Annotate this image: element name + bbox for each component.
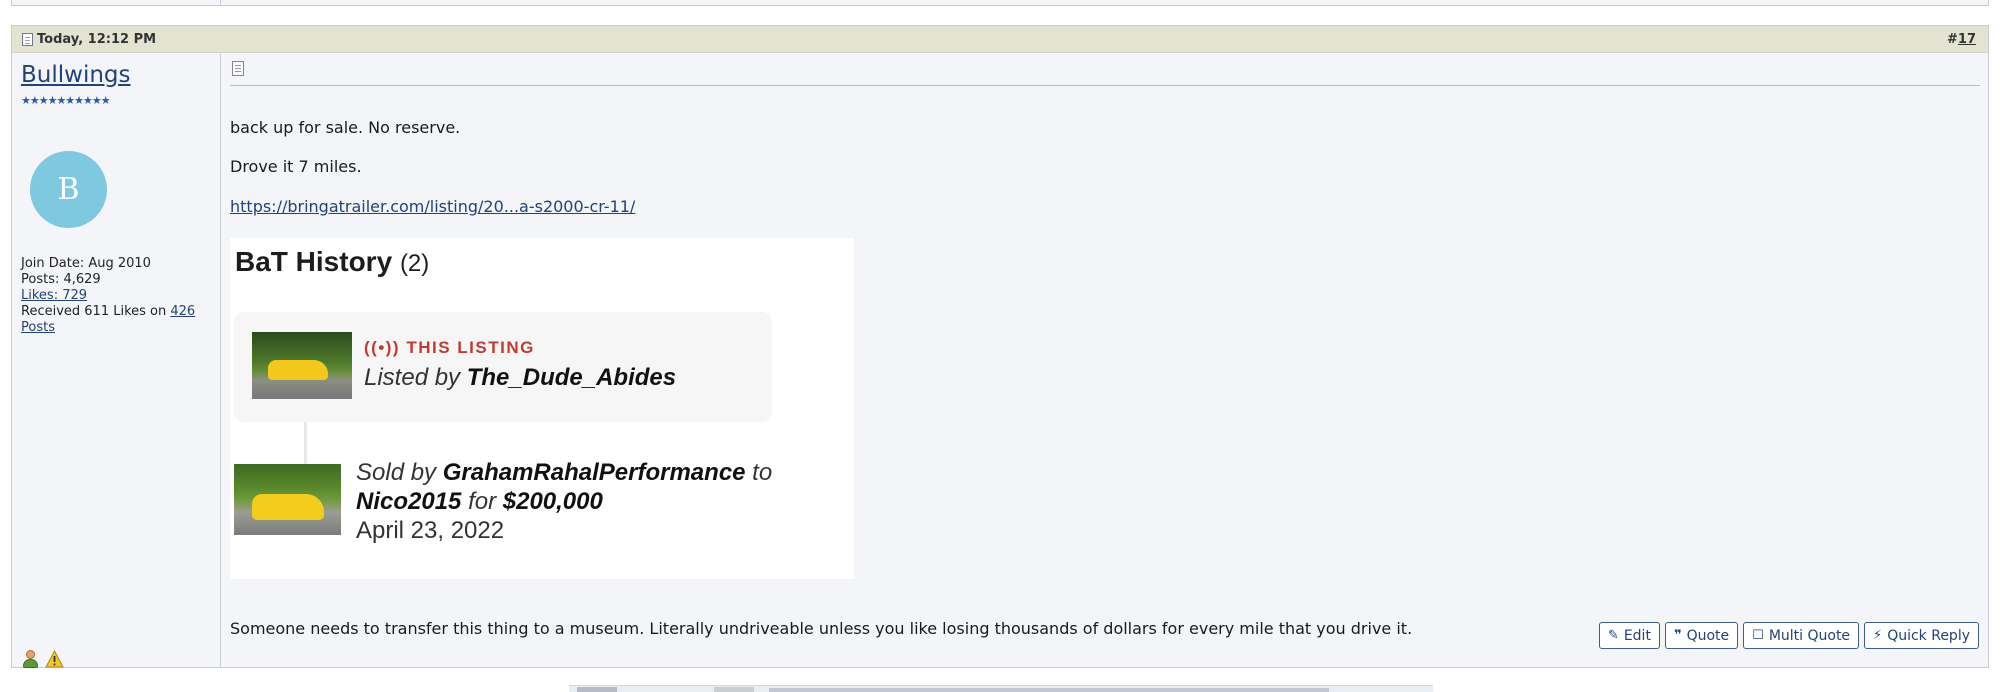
- buyer-name: Nico2015: [356, 488, 462, 515]
- received-likes: Received 611 Likes on 426 Posts: [21, 304, 211, 336]
- post-number-link[interactable]: 17: [1958, 32, 1976, 47]
- quote-icon: ❞: [1673, 628, 1682, 643]
- received-likes-text: Received 611 Likes on: [21, 304, 171, 319]
- bolt-icon: ⚡: [1873, 628, 1883, 643]
- join-date: Join Date: Aug 2010: [21, 256, 151, 271]
- post-number: #17: [1947, 32, 1976, 47]
- broadcast-icon: ((•)): [364, 338, 401, 357]
- warning-icon[interactable]: [45, 650, 64, 668]
- seller-name: GrahamRahalPerformance: [442, 459, 746, 486]
- edit-label: Edit: [1623, 627, 1651, 644]
- this-listing-label: THIS LISTING: [406, 338, 535, 357]
- post-header: Today, 12:12 PM #17: [12, 26, 1988, 53]
- likes-link[interactable]: Likes: 729: [21, 288, 87, 303]
- post-date-text: Today, 12:12 PM: [37, 32, 157, 47]
- message-closing: Someone needs to transfer this thing to …: [230, 619, 1413, 638]
- user-rank-stars: ★★★★★★★★★★: [21, 94, 111, 107]
- user-stats: Join Date: Aug 2010 Posts: 4,629 Likes: …: [21, 256, 211, 336]
- post-actions: ✎ Edit ❞ Quote ☐ Multi Quote ⚡ Quick Reply: [1598, 622, 1979, 649]
- user-info-panel: Bullwings ★★★★★★★★★★ B Join Date: Aug 20…: [12, 54, 221, 668]
- sold-to-text: to: [745, 459, 773, 486]
- next-section-strip: [569, 685, 1433, 692]
- quick-reply-button[interactable]: ⚡ Quick Reply: [1864, 622, 1979, 649]
- listing-car-thumbnail[interactable]: [252, 332, 352, 399]
- sold-for-text: for: [461, 488, 503, 515]
- this-listing-box[interactable]: ((•)) THIS LISTING Listed by The_Dude_Ab…: [234, 312, 772, 422]
- user-online-icon: [22, 650, 39, 668]
- quote-label: Quote: [1686, 627, 1730, 644]
- edit-button[interactable]: ✎ Edit: [1598, 622, 1660, 649]
- sold-car-thumbnail[interactable]: [234, 464, 341, 535]
- listed-by-prefix: Listed by: [364, 364, 467, 391]
- post-title-divider: [230, 85, 1980, 86]
- listed-by-user: The_Dude_Abides: [466, 364, 677, 391]
- message-line-2: Drove it 7 miles.: [230, 157, 362, 176]
- listed-by: Listed by The_Dude_Abides: [364, 364, 676, 392]
- pencil-icon: ✎: [1607, 628, 1619, 643]
- post-number-prefix: #: [1947, 32, 1958, 47]
- sold-info: Sold by GrahamRahalPerformance to Nico20…: [356, 458, 772, 545]
- bat-history-title: BaT History (2): [235, 246, 429, 278]
- post-date-document-icon: [22, 33, 33, 46]
- checkbox-icon: ☐: [1752, 628, 1764, 643]
- this-listing-tag: ((•)) THIS LISTING: [364, 338, 535, 358]
- bat-listing-link[interactable]: https://bringatrailer.com/listing/20...a…: [230, 197, 635, 216]
- post-count: Posts: 4,629: [21, 272, 101, 287]
- forum-post: Today, 12:12 PM #17 Bullwings ★★★★★★★★★★…: [11, 25, 1989, 668]
- quick-reply-label: Quick Reply: [1887, 627, 1970, 644]
- bat-history-count: (2): [399, 250, 430, 277]
- sold-by-prefix: Sold by: [356, 459, 443, 486]
- document-icon: [230, 60, 246, 76]
- avatar-letter: B: [57, 172, 80, 207]
- sale-date: April 23, 2022: [356, 517, 505, 544]
- post-date: Today, 12:12 PM: [22, 32, 156, 47]
- message-line-1: back up for sale. No reserve.: [230, 118, 461, 137]
- multi-quote-button[interactable]: ☐ Multi Quote: [1743, 622, 1860, 649]
- post-content: back up for sale. No reserve. Drove it 7…: [230, 54, 1982, 668]
- quote-button[interactable]: ❞ Quote: [1664, 622, 1739, 649]
- sale-price: $200,000: [502, 488, 603, 515]
- multi-quote-label: Multi Quote: [1768, 627, 1851, 644]
- bat-history-card: BaT History (2) ((•)) THIS LISTING Liste…: [230, 238, 854, 579]
- bat-history-title-text: BaT History: [235, 246, 393, 277]
- previous-post-divider: [220, 0, 221, 6]
- avatar[interactable]: B: [30, 151, 107, 228]
- history-connector-line: [304, 422, 307, 466]
- status-icons: [22, 650, 64, 668]
- username-link[interactable]: Bullwings: [21, 62, 131, 88]
- previous-post-bottom: [11, 0, 1989, 6]
